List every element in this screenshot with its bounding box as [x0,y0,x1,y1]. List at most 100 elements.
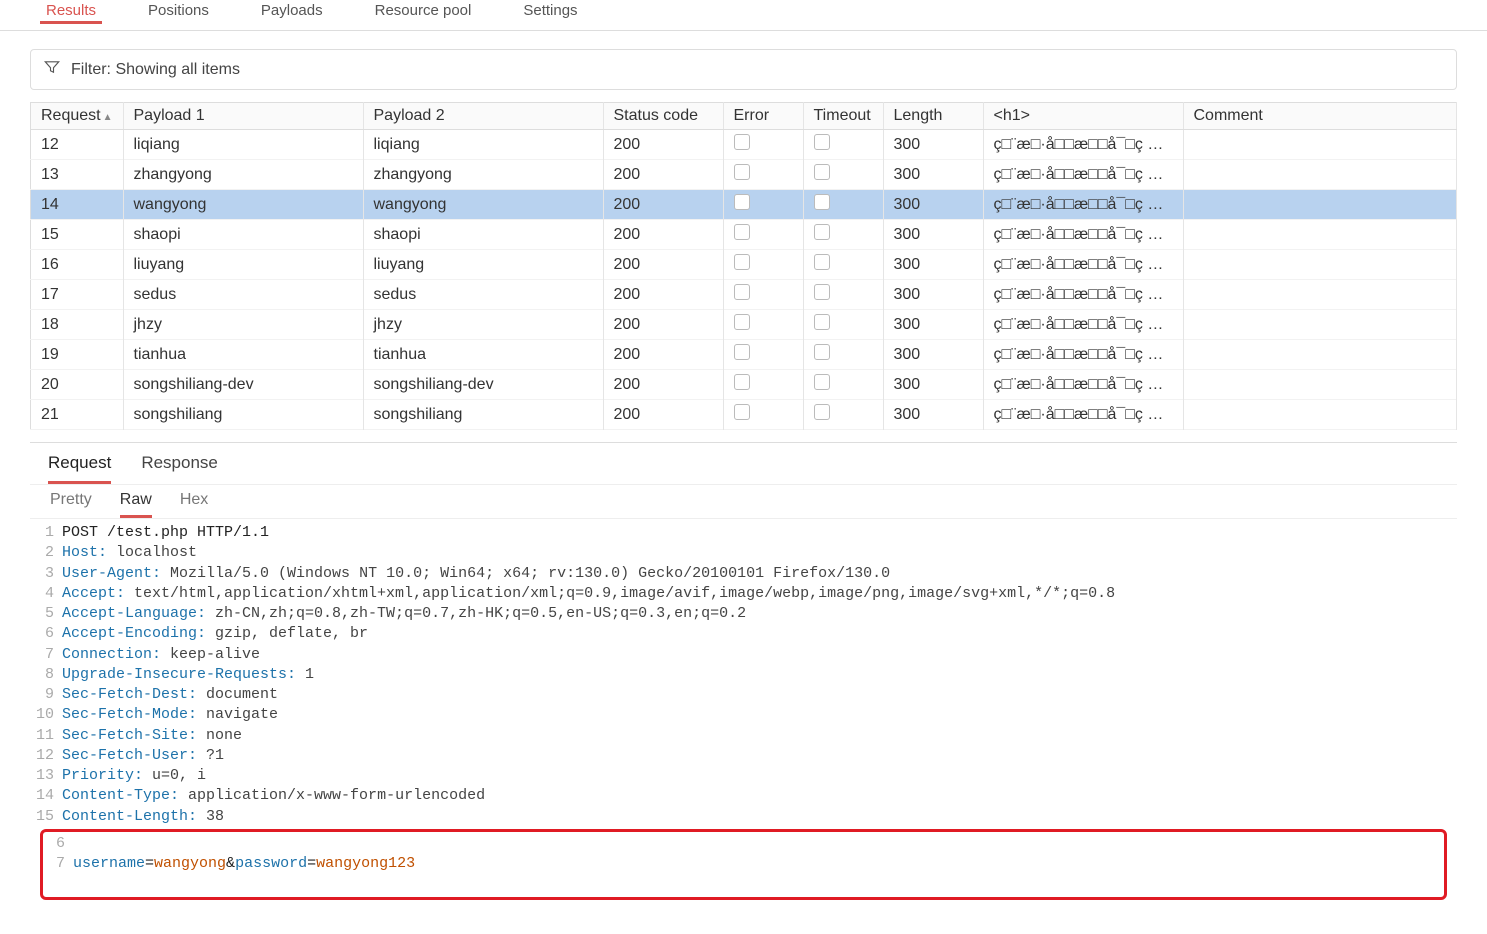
checkbox-icon [814,164,830,180]
table-row[interactable]: 13zhangyongzhangyong200300ç□¨æ□·å□□æ□□å¯… [31,160,1457,190]
line-number: 6 [34,624,62,644]
cell-payload2: shaopi [363,220,603,250]
col-payload2[interactable]: Payload 2 [363,103,603,130]
col-comment[interactable]: Comment [1183,103,1457,130]
tab-positions[interactable]: Positions [142,0,215,24]
line-number: 8 [34,665,62,685]
table-row[interactable]: 19tianhuatianhua200300ç□¨æ□·å□□æ□□å¯□ç … [31,340,1457,370]
cell-h1: ç□¨æ□·å□□æ□□å¯□ç … [983,160,1183,190]
checkbox-icon [814,224,830,240]
cell-comment [1183,400,1457,430]
col-length[interactable]: Length [883,103,983,130]
tab-resource-pool[interactable]: Resource pool [369,0,478,24]
cell-payload2: sedus [363,280,603,310]
detail-tab-response[interactable]: Response [141,453,218,484]
request-body-highlight: 67username=wangyong&password=wangyong123 [40,829,1447,900]
sort-asc-icon: ▲ [103,112,113,123]
table-row[interactable]: 18jhzyjhzy200300ç□¨æ□·å□□æ□□å¯□ç … [31,310,1457,340]
cell-status: 200 [603,130,723,160]
cell-error [723,370,803,400]
line-number: 5 [34,604,62,624]
checkbox-icon [734,254,750,270]
checkbox-icon [814,374,830,390]
cell-payload1: shaopi [123,220,363,250]
cell-request: 20 [31,370,124,400]
cell-timeout [803,340,883,370]
col-h1[interactable]: <h1> [983,103,1183,130]
cell-payload1: sedus [123,280,363,310]
checkbox-icon [814,404,830,420]
tab-settings[interactable]: Settings [517,0,583,24]
cell-timeout [803,130,883,160]
view-tab-pretty[interactable]: Pretty [50,491,92,518]
cell-h1: ç□¨æ□·å□□æ□□å¯□ç … [983,370,1183,400]
cell-h1: ç□¨æ□·å□□æ□□å¯□ç … [983,130,1183,160]
line-number: 1 [34,523,62,543]
checkbox-icon [814,134,830,150]
filter-label: Filter: Showing all items [71,61,240,79]
detail-tab-request[interactable]: Request [48,453,111,484]
checkbox-icon [814,284,830,300]
filter-bar[interactable]: Filter: Showing all items [30,49,1457,90]
cell-h1: ç□¨æ□·å□□æ□□å¯□ç … [983,220,1183,250]
cell-status: 200 [603,340,723,370]
cell-comment [1183,280,1457,310]
tab-results[interactable]: Results [40,0,102,24]
table-row[interactable]: 15shaopishaopi200300ç□¨æ□·å□□æ□□å¯□ç … [31,220,1457,250]
cell-h1: ç□¨æ□·å□□æ□□å¯□ç … [983,250,1183,280]
col-request[interactable]: Request▲ [31,103,124,130]
checkbox-icon [734,374,750,390]
cell-payload2: wangyong [363,190,603,220]
col-timeout[interactable]: Timeout [803,103,883,130]
cell-length: 300 [883,370,983,400]
table-row[interactable]: 14wangyongwangyong200300ç□¨æ□·å□□æ□□å¯□ç… [31,190,1457,220]
cell-request: 21 [31,400,124,430]
checkbox-icon [734,404,750,420]
cell-timeout [803,250,883,280]
cell-comment [1183,130,1457,160]
cell-request: 15 [31,220,124,250]
cell-status: 200 [603,250,723,280]
cell-request: 13 [31,160,124,190]
cell-error [723,160,803,190]
cell-payload2: liuyang [363,250,603,280]
raw-text: Sec-Fetch-Mode: navigate [62,705,278,725]
table-row[interactable]: 12liqiangliqiang200300ç□¨æ□·å□□æ□□å¯□ç … [31,130,1457,160]
view-tab-raw[interactable]: Raw [120,491,152,518]
table-row[interactable]: 21songshiliangsongshiliang200300ç□¨æ□·å□… [31,400,1457,430]
raw-request[interactable]: 1POST /test.php HTTP/1.12Host: localhost… [30,519,1457,916]
cell-length: 300 [883,190,983,220]
cell-length: 300 [883,340,983,370]
cell-timeout [803,310,883,340]
view-tab-hex[interactable]: Hex [180,491,208,518]
cell-length: 300 [883,400,983,430]
cell-payload1: tianhua [123,340,363,370]
table-row[interactable]: 20songshiliang-devsongshiliang-dev200300… [31,370,1457,400]
cell-length: 300 [883,250,983,280]
cell-h1: ç□¨æ□·å□□æ□□å¯□ç … [983,400,1183,430]
line-number: 10 [34,705,62,725]
cell-request: 14 [31,190,124,220]
table-row[interactable]: 17sedussedus200300ç□¨æ□·å□□æ□□å¯□ç … [31,280,1457,310]
line-number: 7 [34,645,62,665]
cell-length: 300 [883,220,983,250]
cell-error [723,310,803,340]
line-number: 14 [34,786,62,806]
cell-error [723,400,803,430]
raw-text: Connection: keep-alive [62,645,260,665]
checkbox-icon [734,224,750,240]
cell-comment [1183,220,1457,250]
line-number: 15 [34,807,62,827]
col-error[interactable]: Error [723,103,803,130]
col-payload1[interactable]: Payload 1 [123,103,363,130]
cell-timeout [803,190,883,220]
cell-status: 200 [603,400,723,430]
raw-text: Sec-Fetch-User: ?1 [62,746,224,766]
cell-error [723,340,803,370]
col-status[interactable]: Status code [603,103,723,130]
cell-request: 19 [31,340,124,370]
cell-payload2: tianhua [363,340,603,370]
table-row[interactable]: 16liuyangliuyang200300ç□¨æ□·å□□æ□□å¯□ç … [31,250,1457,280]
cell-payload2: jhzy [363,310,603,340]
tab-payloads[interactable]: Payloads [255,0,329,24]
